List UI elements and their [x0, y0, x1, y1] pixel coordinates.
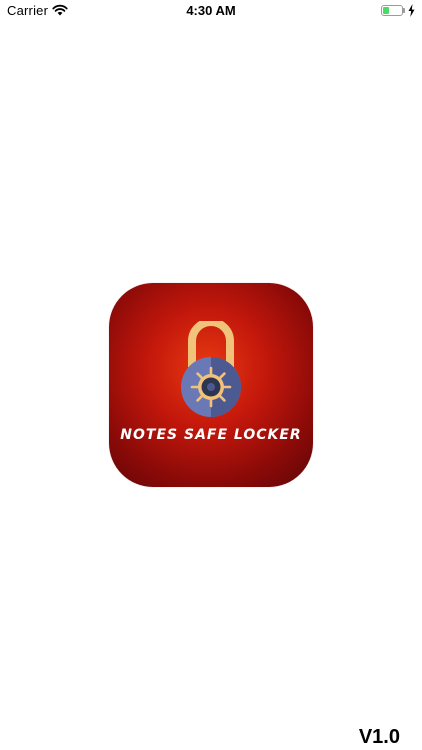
status-bar: Carrier 4:30 AM: [0, 0, 422, 22]
version-label: V1.0: [358, 726, 400, 748]
app-icon: NOTES SAFE LOCKER: [109, 283, 313, 487]
padlock-icon: [181, 321, 241, 417]
battery-icon: [381, 5, 403, 16]
app-name-label: NOTES SAFE LOCKER: [120, 427, 302, 443]
charging-bolt-icon: [408, 4, 415, 17]
battery-nub: [403, 8, 405, 13]
status-time: 4:30 AM: [186, 3, 236, 18]
battery-level: [383, 7, 389, 14]
